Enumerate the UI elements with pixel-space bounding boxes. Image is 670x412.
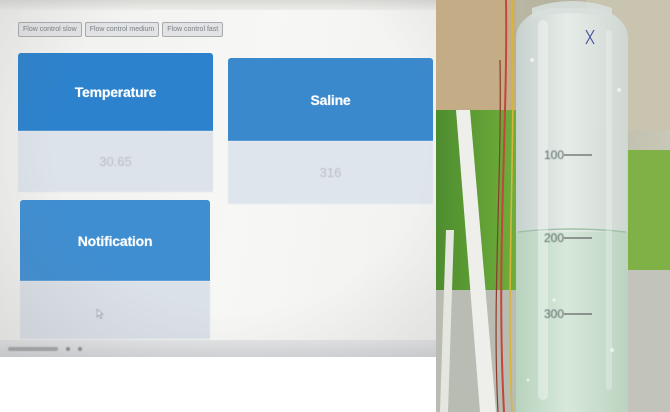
taskbar <box>0 340 436 357</box>
bottle-scene <box>436 0 670 412</box>
temperature-card-value: 30.65 <box>18 131 213 192</box>
bottle-scale-mark-200: 200 <box>544 231 565 245</box>
dashboard-screen-photo: Flow control slow Flow control medium Fl… <box>0 0 436 357</box>
taskbar-item <box>78 346 82 351</box>
notification-card-body <box>20 281 210 339</box>
monitor-top-edge <box>0 0 436 10</box>
taskbar-item <box>8 346 58 351</box>
notification-card-title: Notification <box>20 200 210 281</box>
flow-control-slow-button[interactable]: Flow control slow <box>18 22 82 37</box>
bottle-scale-mark-300: 300 <box>544 307 565 321</box>
taskbar-item <box>66 346 70 351</box>
flow-control-fast-button[interactable]: Flow control fast <box>162 22 224 37</box>
saline-card-title: Saline <box>228 58 433 141</box>
temperature-card-title: Temperature <box>18 53 213 131</box>
flow-control-toolbar: Flow control slow Flow control medium Fl… <box>18 22 224 37</box>
temperature-card: Temperature 30.65 <box>18 53 213 192</box>
saline-card: Saline 316 <box>228 58 433 204</box>
notification-card: Notification <box>20 200 210 339</box>
flow-control-medium-button[interactable]: Flow control medium <box>84 22 160 37</box>
mouse-cursor-icon <box>96 309 104 319</box>
saline-bottle-photo: 100 200 300 <box>436 0 670 412</box>
saline-card-value: 316 <box>228 141 433 204</box>
bottle-scale-mark-100: 100 <box>544 148 565 162</box>
